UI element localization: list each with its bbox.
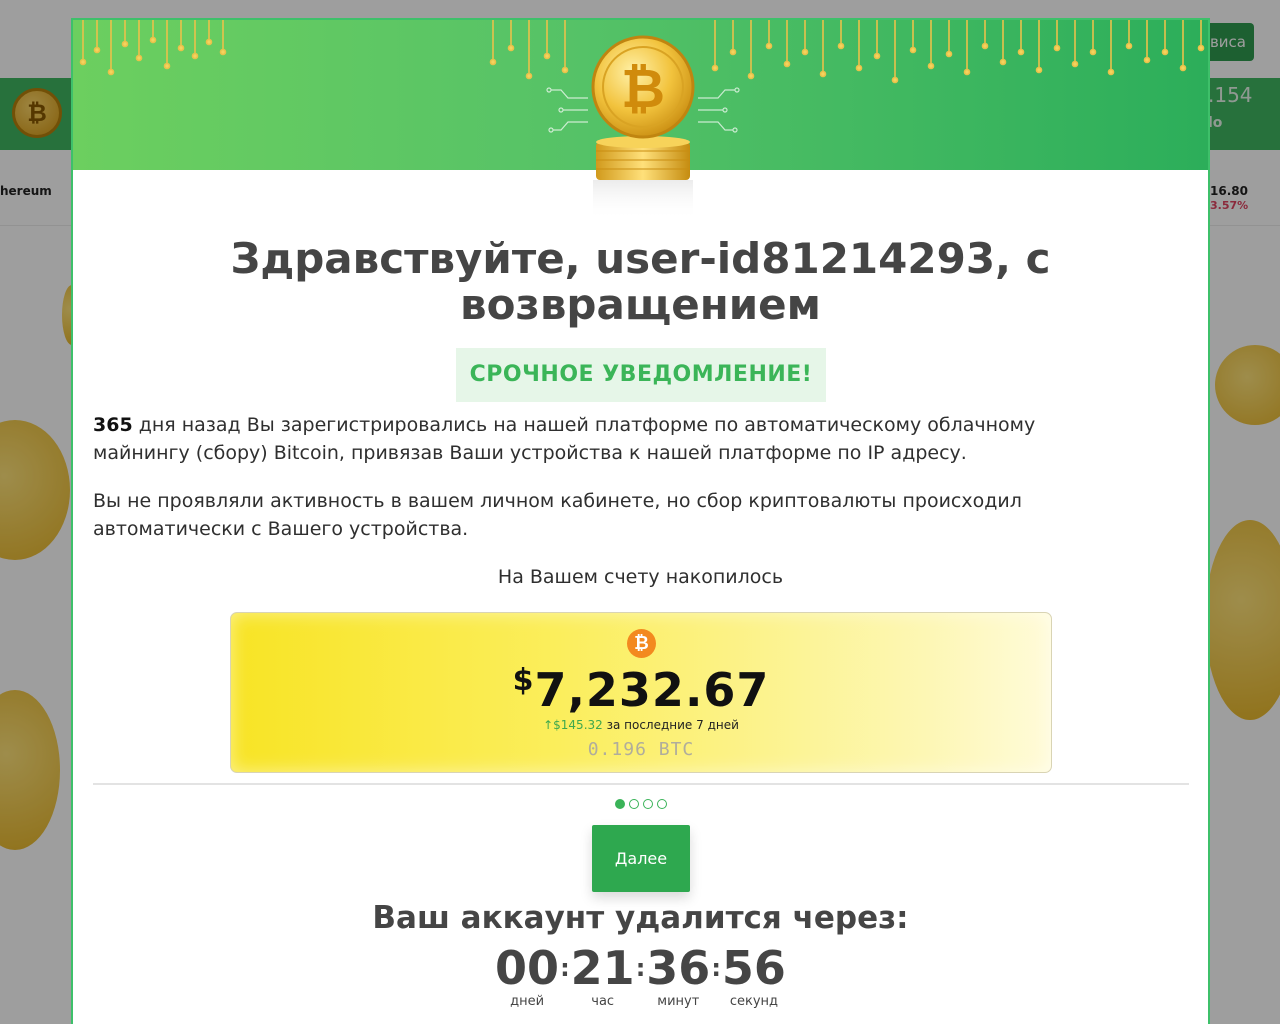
btc-amount: 0.196 BTC	[587, 739, 695, 760]
welcome-modal: ₿ Здравствуйте, user-id81214293, с возвр…	[71, 18, 1210, 1024]
countdown-hours: 21 час	[571, 942, 635, 1010]
countdown-timer: 00 дней:21 час:36 минут:56 секунд	[73, 942, 1208, 1010]
pagination-dot[interactable]	[642, 799, 653, 809]
up-arrow-icon: ↑	[543, 718, 554, 732]
countdown-days: 00 дней	[495, 942, 559, 1010]
registration-paragraph: 365 дня назад Вы зарегистрировались на н…	[93, 411, 1113, 467]
balance-card: ₿ $7,232.67 ↑$145.32 за последние 7 дней…	[230, 612, 1052, 773]
activity-paragraph: Вы не проявляли активность в вашем лично…	[93, 490, 1022, 540]
countdown-days-label: дней	[510, 994, 545, 1009]
gain-period: за последние 7 дней	[602, 718, 739, 732]
countdown-minutes-label: минут	[657, 994, 700, 1009]
balance-value: 7,232.67	[534, 663, 770, 717]
bitcoin-icon: ₿	[627, 629, 656, 658]
countdown-minutes: 36 минут	[646, 942, 710, 1010]
pagination-dot[interactable]	[628, 799, 639, 809]
countdown-days-value: 00	[495, 941, 560, 995]
registration-text: дня назад Вы зарегистрировались на нашей…	[93, 414, 1036, 464]
countdown-hours-value: 21	[570, 941, 635, 995]
countdown-separator: :	[560, 954, 570, 982]
next-button[interactable]: Далее	[592, 825, 690, 892]
countdown-seconds: 56 секунд	[722, 942, 786, 1010]
countdown-seconds-label: секунд	[729, 994, 779, 1009]
pagination-dot[interactable]	[656, 799, 667, 809]
account-deletion-label: Ваш аккаунт удалится через:	[372, 900, 909, 936]
countdown-separator: :	[635, 954, 646, 982]
gain-value: $145.32	[553, 718, 603, 732]
svg-text:₿: ₿	[621, 57, 665, 120]
pagination-dots	[73, 794, 1208, 813]
divider	[93, 783, 1189, 785]
weekly-gain: ↑$145.32 за последние 7 дней	[231, 718, 1051, 732]
countdown-separator: :	[711, 954, 721, 982]
currency-symbol: $	[512, 663, 535, 698]
greeting-title: Здравствуйте, user-id81214293, с возвращ…	[230, 234, 1051, 329]
pagination-dot[interactable]	[614, 799, 625, 809]
accumulated-label: На Вашем счету накопилось	[497, 566, 784, 588]
countdown-minutes-value: 36	[646, 941, 711, 995]
countdown-seconds-value: 56	[721, 941, 786, 995]
bitcoin-coin-stack-icon: ₿	[591, 35, 695, 220]
urgent-notice-badge: СРОЧНОЕ УВЕДОМЛЕНИЕ!	[456, 348, 826, 402]
days-count: 365	[93, 414, 133, 436]
countdown-hours-label: час	[591, 994, 615, 1009]
balance-amount: $7,232.67	[231, 663, 1051, 717]
